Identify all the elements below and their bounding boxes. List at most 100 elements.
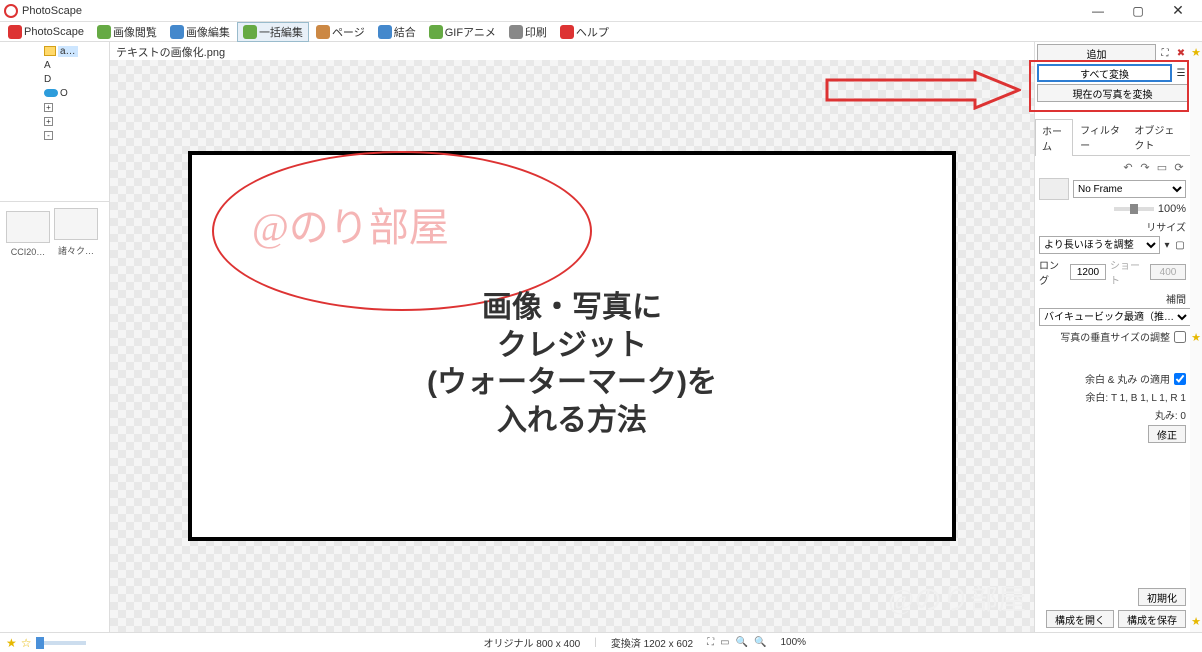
status-bar: ★ ☆ オリジナル 800 x 400 | 変換済 1202 x 602 ⛶ ▭…	[0, 632, 1202, 652]
modify-button[interactable]: 修正	[1148, 425, 1186, 443]
star-icon[interactable]: ★	[1191, 331, 1201, 344]
open-config-button[interactable]: 構成を開く	[1046, 610, 1114, 628]
zoom-in-icon[interactable]: 🔍	[754, 637, 766, 648]
tree-row[interactable]: +	[2, 114, 107, 128]
print-icon	[509, 25, 523, 39]
zoom-slider[interactable]	[1114, 207, 1154, 211]
filename-label: テキストの画像化.png	[110, 42, 1034, 60]
star-icon[interactable]: ★	[1191, 615, 1201, 628]
main-toolbar: PhotoScape画像閲覧画像編集一括編集ページ結合GIFアニメ印刷ヘルプ	[0, 22, 1202, 42]
window-minimize-button[interactable]: —	[1078, 0, 1118, 22]
toolbar-batch[interactable]: 一括編集	[237, 22, 309, 42]
margin-apply-label: 余白 & 丸み の適用	[1085, 371, 1170, 386]
rotate-icon[interactable]: ⟳	[1172, 160, 1186, 174]
add-button[interactable]: 追加	[1037, 44, 1156, 62]
remove-icon[interactable]: ✖	[1174, 46, 1188, 60]
status-zoom-value: 100%	[780, 637, 806, 648]
folder-icon	[44, 46, 56, 56]
thumbnail[interactable]: 諸々ク…	[52, 206, 100, 257]
watermark-text: @のり部屋	[252, 195, 449, 253]
star-icon[interactable]: ☆	[21, 636, 32, 650]
tree-row[interactable]	[2, 184, 107, 198]
resize-heading: リサイズ	[1039, 219, 1186, 234]
short-label: ショート	[1110, 257, 1146, 287]
window-maximize-button[interactable]: ▢	[1118, 0, 1158, 22]
thumbnail[interactable]: CCI20…	[4, 209, 52, 257]
short-input	[1150, 264, 1186, 280]
tree-row[interactable]	[2, 142, 107, 156]
star-icon[interactable]: ★	[6, 636, 17, 650]
credit-text: 画像・写真に クレジット (ウォーターマーク)を 入れる方法	[427, 289, 717, 439]
fit-icon[interactable]: ⛶	[707, 637, 714, 648]
save-config-button[interactable]: 構成を保存	[1118, 610, 1186, 628]
frame-select[interactable]: No Frame	[1073, 180, 1186, 198]
long-input[interactable]	[1070, 264, 1106, 280]
resize-lock-icon[interactable]: ▢	[1174, 240, 1186, 251]
tree-expand-icon[interactable]: -	[44, 131, 53, 140]
browse-icon	[97, 25, 111, 39]
folder-tree[interactable]: a…ADO + + -	[0, 42, 109, 202]
background-watermark: @のり部屋	[888, 578, 1026, 618]
aspect-icon[interactable]: ▭	[1155, 160, 1169, 174]
status-converted-size: 変換済 1202 x 602	[611, 635, 693, 650]
app-title: PhotoScape	[22, 5, 82, 17]
margin-apply-checkbox[interactable]	[1174, 373, 1186, 385]
star-icon[interactable]: ★	[1191, 46, 1201, 59]
combine-icon	[378, 25, 392, 39]
toolbar-combine[interactable]: 結合	[372, 22, 422, 42]
thumb-size-slider[interactable]	[36, 641, 86, 645]
convert-current-button[interactable]: 現在の写真を変換	[1037, 84, 1188, 102]
toolbar-edit[interactable]: 画像編集	[164, 22, 236, 42]
page-icon	[316, 25, 330, 39]
tree-row[interactable]: O	[2, 86, 107, 100]
convert-all-button[interactable]: すべて変換	[1037, 64, 1172, 82]
edit-icon	[170, 25, 184, 39]
right-panel: 追加 ⛶ ✖ すべて変換 ☰ 現在の写真を変換 ホーム フィルター オブジェクト…	[1034, 42, 1190, 632]
toolbar-help[interactable]: ヘルプ	[554, 22, 615, 42]
tree-row[interactable]: -	[2, 128, 107, 142]
zoom-out-icon[interactable]: 🔍	[736, 637, 748, 648]
app-logo-icon	[4, 4, 18, 18]
expand-icon[interactable]: ⛶	[1158, 46, 1172, 60]
zoom-value: 100%	[1158, 203, 1186, 215]
tree-row[interactable]	[2, 170, 107, 184]
toolbar-gif[interactable]: GIFアニメ	[423, 22, 502, 42]
frame-preview	[1039, 178, 1069, 200]
resize-dropdown-icon[interactable]: ▾	[1160, 240, 1174, 251]
vsize-checkbox[interactable]	[1174, 331, 1186, 343]
interp-heading: 補間	[1039, 291, 1186, 306]
window-close-button[interactable]: ✕	[1158, 0, 1198, 22]
undo-icon[interactable]: ↶	[1121, 160, 1135, 174]
annotation-arrow	[825, 70, 1021, 110]
tree-expand-icon[interactable]: +	[44, 103, 53, 112]
toolbar-logo[interactable]: PhotoScape	[2, 23, 90, 41]
left-sidebar: a…ADO + + - CCI20…諸々ク…	[0, 42, 110, 632]
canvas-area[interactable]: @のり部屋 画像・写真に クレジット (ウォーターマーク)を 入れる方法 @のり…	[110, 60, 1034, 632]
tree-row[interactable]: A	[2, 58, 107, 72]
long-label: ロング	[1039, 257, 1066, 287]
tree-expand-icon[interactable]: +	[44, 117, 53, 126]
tree-row[interactable]: a…	[2, 44, 107, 58]
toolbar-browse[interactable]: 画像閲覧	[91, 22, 163, 42]
tree-row[interactable]: D	[2, 72, 107, 86]
list-icon[interactable]: ☰	[1174, 66, 1188, 80]
toolbar-print[interactable]: 印刷	[503, 22, 553, 42]
image-canvas: @のり部屋 画像・写真に クレジット (ウォーターマーク)を 入れる方法	[188, 151, 956, 541]
cloud-icon	[44, 89, 58, 97]
toolbar-page[interactable]: ページ	[310, 22, 371, 42]
title-bar: PhotoScape — ▢ ✕	[0, 0, 1202, 22]
redo-icon[interactable]: ↷	[1138, 160, 1152, 174]
tab-object[interactable]: オブジェクト	[1127, 118, 1190, 155]
tree-row[interactable]: +	[2, 100, 107, 114]
actual-size-icon[interactable]: ▭	[720, 637, 729, 648]
interp-select[interactable]: バイキュービック最適（推…	[1039, 308, 1190, 326]
tree-row[interactable]	[2, 156, 107, 170]
thumbnail-list[interactable]: CCI20…諸々ク…	[0, 202, 109, 632]
gif-icon	[429, 25, 443, 39]
tab-filter[interactable]: フィルター	[1073, 118, 1127, 155]
panel-tabs: ホーム フィルター オブジェクト	[1035, 118, 1190, 156]
resize-mode-select[interactable]: より長いほうを調整	[1039, 236, 1160, 254]
reset-button[interactable]: 初期化	[1138, 588, 1186, 606]
batch-icon	[243, 25, 257, 39]
tab-home[interactable]: ホーム	[1035, 119, 1073, 156]
